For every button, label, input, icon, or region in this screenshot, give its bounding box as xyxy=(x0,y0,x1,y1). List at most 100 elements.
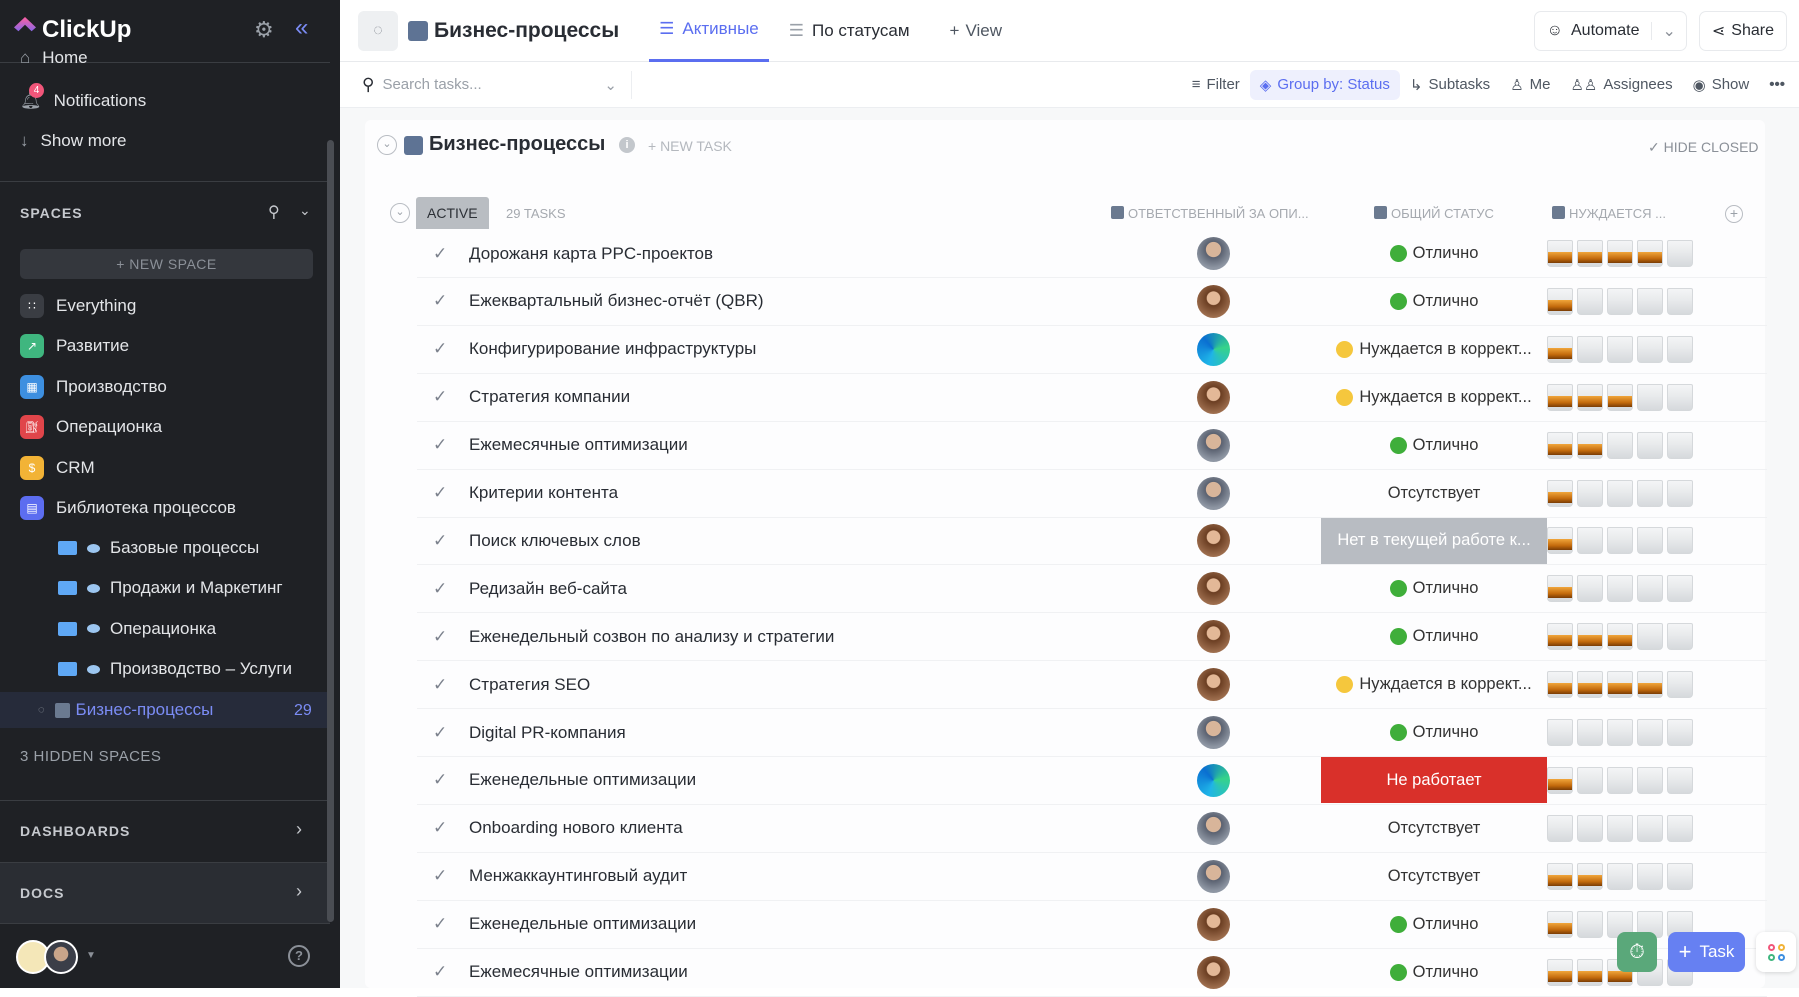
glass-rating-icon[interactable] xyxy=(1577,479,1603,507)
rating-cell[interactable] xyxy=(1547,527,1693,555)
glass-rating-icon[interactable] xyxy=(1577,814,1603,842)
task-row[interactable]: ✓ Ежемесячные оптимизации Отлично xyxy=(417,422,1767,470)
task-row[interactable]: ✓ Стратегия компании Нуждается в коррект… xyxy=(417,374,1767,422)
sidebar-item-home[interactable]: ⌂ Home xyxy=(20,46,88,68)
glass-rating-icon[interactable] xyxy=(1607,671,1633,699)
glass-rating-icon[interactable] xyxy=(1577,287,1603,315)
assignees-button[interactable]: ♙♙ Assignees xyxy=(1560,70,1682,100)
rating-cell[interactable] xyxy=(1547,623,1693,651)
glass-rating-icon[interactable] xyxy=(1577,431,1603,459)
rating-cell[interactable] xyxy=(1547,479,1693,507)
glass-rating-icon[interactable] xyxy=(1577,240,1603,267)
assignee-avatar[interactable] xyxy=(1197,907,1230,941)
glass-rating-icon[interactable] xyxy=(1547,623,1573,651)
group-by-button[interactable]: ◈ Group by: Status xyxy=(1249,69,1400,100)
check-icon[interactable]: ✓ xyxy=(433,627,447,647)
status-cell[interactable]: Отлично xyxy=(1321,901,1547,947)
task-name[interactable]: Конфигурирование инфраструктуры xyxy=(469,339,756,359)
glass-rating-icon[interactable] xyxy=(1607,862,1633,890)
task-row[interactable]: ✓ Конфигурирование инфраструктуры Нуждае… xyxy=(417,326,1767,374)
glass-rating-icon[interactable] xyxy=(1577,335,1603,363)
glass-rating-icon[interactable] xyxy=(1607,766,1633,794)
assignee-avatar[interactable] xyxy=(1197,476,1230,510)
glass-rating-icon[interactable] xyxy=(1577,575,1603,603)
caret-down-icon[interactable]: ▼ xyxy=(86,950,96,961)
assignee-avatar[interactable] xyxy=(1197,524,1230,558)
automate-button[interactable]: ☺ Automate ⌄ xyxy=(1533,10,1687,51)
glass-rating-icon[interactable] xyxy=(1637,431,1663,459)
hide-closed-button[interactable]: ✓ HIDE CLOSED xyxy=(1648,139,1759,156)
glass-rating-icon[interactable] xyxy=(1637,527,1663,555)
glass-rating-icon[interactable] xyxy=(1547,862,1573,890)
glass-rating-icon[interactable] xyxy=(1547,431,1573,459)
glass-rating-icon[interactable] xyxy=(1577,623,1603,651)
status-cell[interactable]: Отсутствует xyxy=(1321,805,1547,851)
search-spaces-icon[interactable]: ⚲ xyxy=(268,202,280,222)
new-task-button[interactable]: + NEW TASK xyxy=(648,138,732,154)
sidebar-space-item[interactable]: ▦ Производство xyxy=(20,371,167,403)
task-name[interactable]: Менжаккаунтинговый аудит xyxy=(469,866,687,886)
glass-rating-icon[interactable] xyxy=(1577,766,1603,794)
glass-rating-icon[interactable] xyxy=(1607,814,1633,842)
status-cell[interactable]: Не работает xyxy=(1321,757,1547,804)
task-name[interactable]: Ежеквартальный бизнес-отчёт (QBR) xyxy=(469,291,764,311)
assignee-avatar[interactable] xyxy=(1197,428,1230,462)
column-header-owner[interactable]: ОТВЕТСТВЕННЫЙ ЗА ОПИ... xyxy=(1111,206,1309,221)
assignee-avatar[interactable] xyxy=(1197,716,1230,749)
clickup-logo[interactable]: ClickUp xyxy=(14,16,131,44)
glass-rating-icon[interactable] xyxy=(1637,335,1663,363)
glass-rating-icon[interactable] xyxy=(1637,719,1663,746)
task-name[interactable]: Критерии контента xyxy=(469,483,618,503)
add-task-button[interactable]: + Task xyxy=(1668,932,1745,972)
status-cell[interactable]: Отлично xyxy=(1321,231,1547,277)
status-cell[interactable]: Нуждается в коррект... xyxy=(1321,374,1547,420)
glass-rating-icon[interactable] xyxy=(1667,671,1693,699)
glass-rating-icon[interactable] xyxy=(1607,719,1633,746)
dashboards-section[interactable]: DASHBOARDS › xyxy=(0,800,330,862)
glass-rating-icon[interactable] xyxy=(1637,575,1663,603)
glass-rating-icon[interactable] xyxy=(1547,766,1573,794)
column-header-status[interactable]: ОБЩИЙ СТАТУС xyxy=(1374,206,1494,221)
glass-rating-icon[interactable] xyxy=(1637,287,1663,315)
glass-rating-icon[interactable] xyxy=(1667,335,1693,363)
status-cell[interactable]: Нуждается в коррект... xyxy=(1321,326,1547,372)
settings-gear-icon[interactable]: ⚙ xyxy=(254,17,274,43)
task-name[interactable]: Редизайн веб-сайта xyxy=(469,579,627,599)
me-button[interactable]: ♙ Me xyxy=(1500,70,1560,100)
glass-rating-icon[interactable] xyxy=(1577,671,1603,699)
glass-rating-icon[interactable] xyxy=(1547,575,1573,603)
glass-rating-icon[interactable] xyxy=(1547,719,1573,746)
rating-cell[interactable] xyxy=(1547,766,1693,794)
glass-rating-icon[interactable] xyxy=(1667,287,1693,315)
task-row[interactable]: ✓ Еженедельные оптимизации Не работает xyxy=(417,757,1767,805)
column-header-needs[interactable]: НУЖДАЕТСЯ ... xyxy=(1552,206,1666,221)
task-name[interactable]: Стратегия SEO xyxy=(469,675,590,695)
task-name[interactable]: Еженедельные оптимизации xyxy=(469,770,696,790)
assignee-avatar[interactable] xyxy=(1197,811,1230,845)
glass-rating-icon[interactable] xyxy=(1637,383,1663,411)
task-name[interactable]: Дорожаня карта PPC-проектов xyxy=(469,244,713,264)
task-name[interactable]: Ежемесячные оптимизации xyxy=(469,435,688,455)
status-cell[interactable]: Отсутствует xyxy=(1321,470,1547,516)
show-button[interactable]: ◉ Show xyxy=(1683,70,1760,100)
glass-rating-icon[interactable] xyxy=(1667,575,1693,603)
glass-rating-icon[interactable] xyxy=(1667,240,1693,267)
assignee-avatar[interactable] xyxy=(1197,237,1230,270)
collapse-group-icon[interactable]: ⌄ xyxy=(390,203,410,223)
more-options-icon[interactable]: ••• xyxy=(1759,70,1795,100)
help-icon[interactable]: ? xyxy=(288,945,310,967)
glass-rating-icon[interactable] xyxy=(1607,623,1633,651)
check-icon[interactable]: ✓ xyxy=(433,962,447,982)
share-button[interactable]: ⋖ Share xyxy=(1698,10,1787,51)
glass-rating-icon[interactable] xyxy=(1667,814,1693,842)
check-icon[interactable]: ✓ xyxy=(433,914,447,934)
assignee-avatar[interactable] xyxy=(1197,668,1230,702)
filter-button[interactable]: ≡ Filter xyxy=(1182,70,1250,100)
glass-rating-icon[interactable] xyxy=(1667,479,1693,507)
rating-cell[interactable] xyxy=(1547,383,1693,411)
sidebar-space-item[interactable]: ↗ Развитие xyxy=(20,330,129,362)
status-cell[interactable]: Отлично xyxy=(1321,278,1547,324)
tab-by-status[interactable]: ☰ По статусам xyxy=(779,21,920,41)
task-name[interactable]: Еженедельный созвон по анализу и стратег… xyxy=(469,627,834,647)
check-icon[interactable]: ✓ xyxy=(433,675,447,695)
